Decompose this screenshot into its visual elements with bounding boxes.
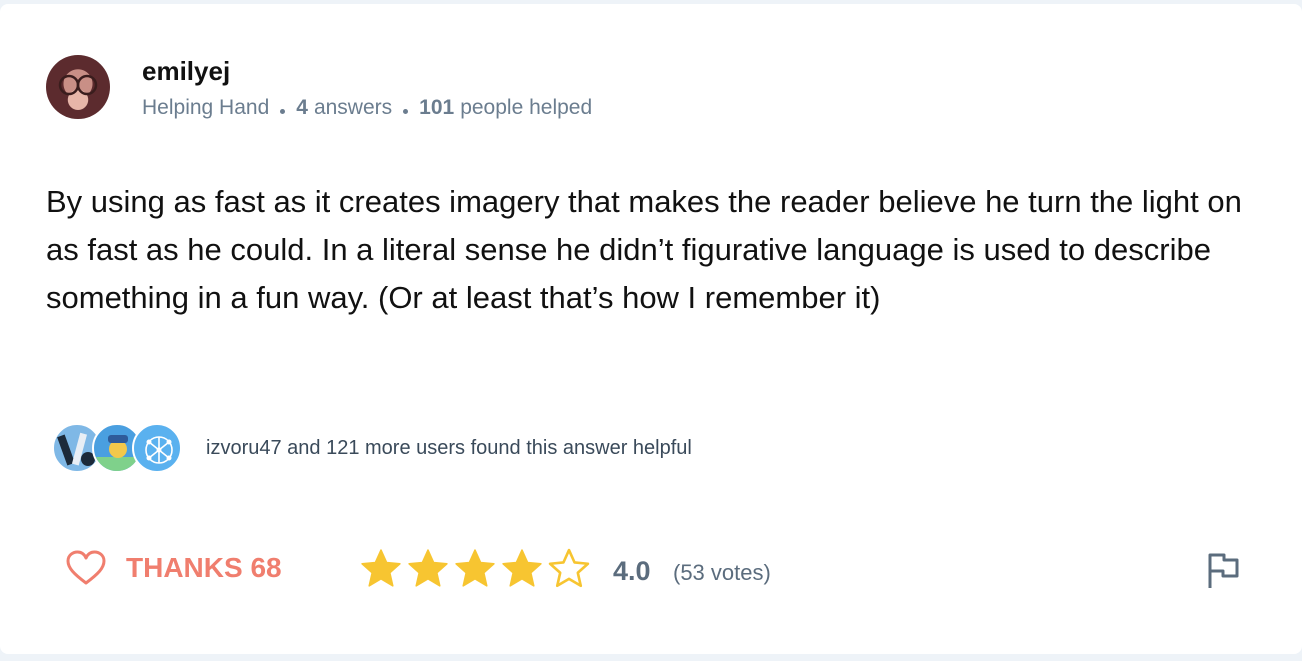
flag-icon <box>1208 553 1239 588</box>
star-filled-icon[interactable] <box>407 548 449 590</box>
report-button[interactable] <box>1206 552 1240 595</box>
network-icon <box>145 436 173 464</box>
author-rank: Helping Hand <box>142 96 270 119</box>
separator-dot <box>403 108 409 114</box>
answer-text: By using as fast as it creates imagery t… <box>46 184 1242 315</box>
rating-value: 4.0 <box>613 556 651 586</box>
avatar-glasses-icon <box>58 74 98 96</box>
helped-label: people helped <box>460 96 593 119</box>
helped-count: 101 <box>419 96 455 119</box>
answer-card: emilyej Helping Hand 4 answers 101 peopl… <box>0 4 1302 654</box>
star-filled-icon[interactable] <box>360 548 402 590</box>
helpful-text: izvoru47 and 121 more users found this a… <box>206 436 692 459</box>
star-filled-icon[interactable] <box>501 548 543 590</box>
author-avatar[interactable] <box>46 55 110 119</box>
author-name[interactable]: emilyej <box>142 56 230 87</box>
votes-count: (53 votes) <box>673 560 771 585</box>
thanks-button[interactable]: THANKS 68 <box>66 550 282 586</box>
author-meta: Helping Hand 4 answers 101 people helped <box>142 96 592 120</box>
answer-actions: THANKS 68 4.0 (53 votes) <box>66 544 1246 604</box>
helpful-users: izvoru47 and 121 more users found this a… <box>52 423 692 473</box>
star-empty-icon[interactable] <box>548 548 590 590</box>
thanks-label: THANKS 68 <box>126 552 282 583</box>
answers-count: 4 <box>296 96 308 119</box>
separator-dot <box>280 108 286 114</box>
star-filled-icon[interactable] <box>454 548 496 590</box>
user-avatar <box>132 423 182 473</box>
answers-label: answers <box>313 96 393 119</box>
rating-stars[interactable] <box>360 548 590 590</box>
heart-icon <box>66 550 106 585</box>
